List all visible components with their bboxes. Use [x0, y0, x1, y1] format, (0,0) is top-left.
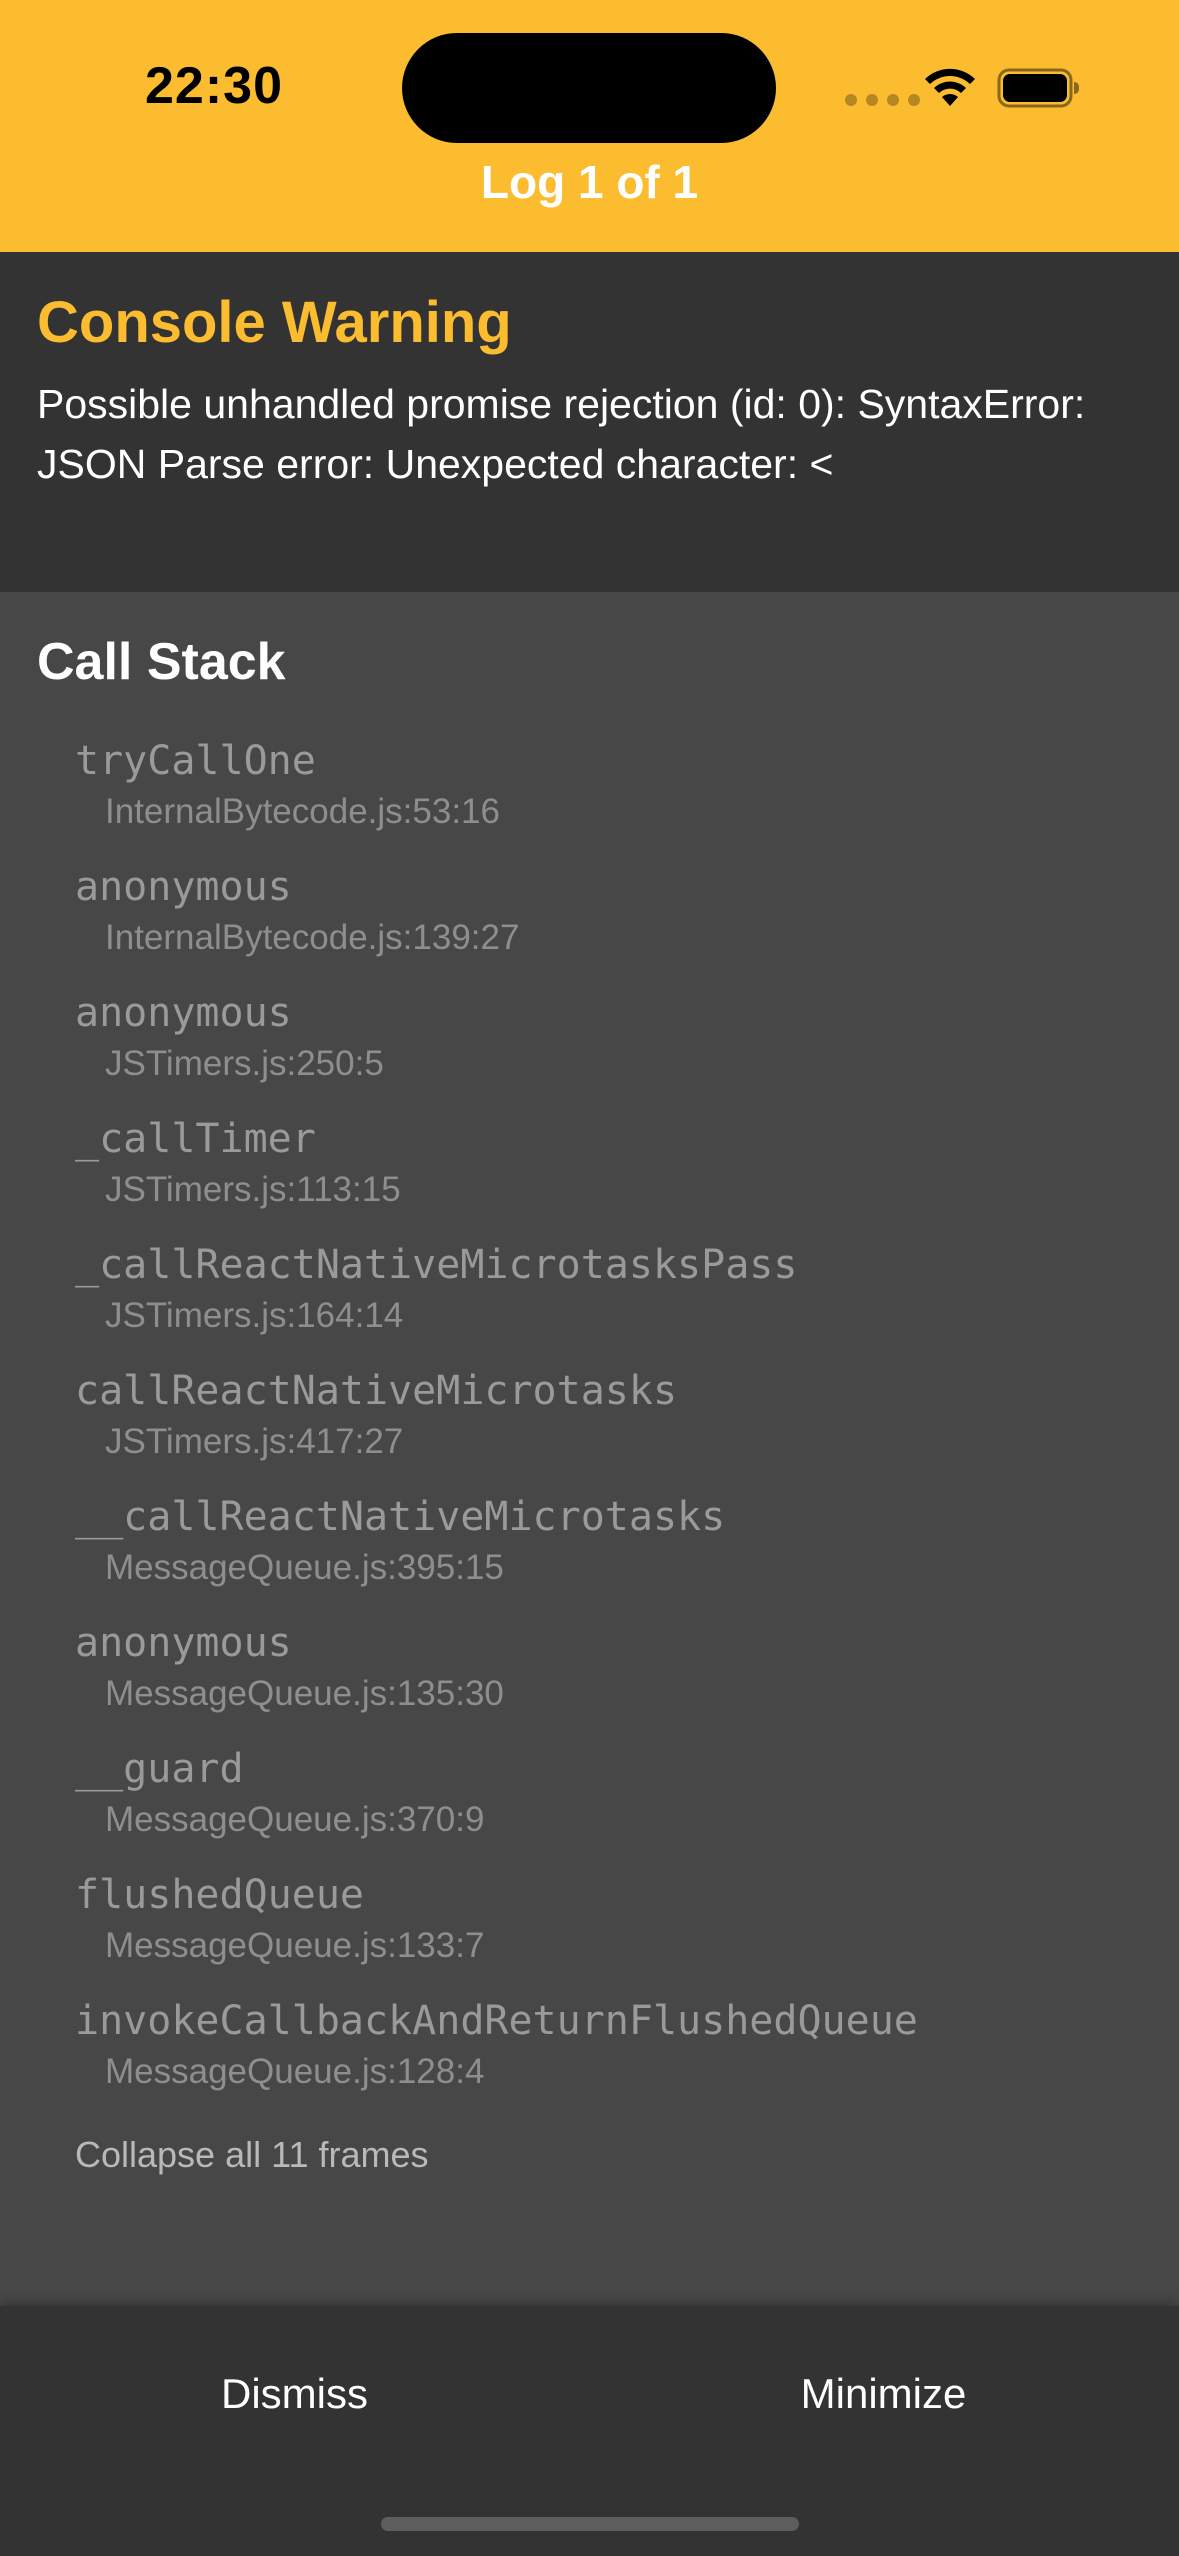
stack-frame[interactable]: __guard MessageQueue.js:370:9 [75, 1744, 1135, 1870]
home-indicator[interactable] [381, 2517, 799, 2531]
stack-frame[interactable]: __callReactNativeMicrotasks MessageQueue… [75, 1492, 1135, 1618]
footer-bar: Dismiss Minimize [0, 2306, 1179, 2556]
log-counter-title: Log 1 of 1 [480, 156, 699, 208]
dismiss-button[interactable]: Dismiss [0, 2354, 589, 2434]
frame-location: MessageQueue.js:395:15 [105, 1548, 504, 1587]
frame-location: MessageQueue.js:135:30 [105, 1674, 504, 1713]
frame-location: MessageQueue.js:370:9 [105, 1800, 485, 1839]
warning-message: Possible unhandled promise rejection (id… [37, 381, 1086, 487]
stack-frame[interactable]: anonymous JSTimers.js:250:5 [75, 988, 1135, 1114]
frame-location: JSTimers.js:113:15 [105, 1170, 401, 1209]
header: 22:30 Log 1 of 1 [0, 0, 1179, 252]
message-block: Console Warning Possible unhandled promi… [0, 252, 1179, 592]
wifi-icon [925, 68, 975, 106]
minimize-button[interactable]: Minimize [589, 2354, 1178, 2434]
stack-frame[interactable]: callReactNativeMicrotasks JSTimers.js:41… [75, 1366, 1135, 1492]
status-time: 22:30 [145, 57, 283, 115]
frame-location: JSTimers.js:417:27 [105, 1422, 404, 1461]
frame-location: MessageQueue.js:133:7 [105, 1926, 485, 1965]
stack-frame[interactable]: anonymous InternalBytecode.js:139:27 [75, 862, 1135, 988]
stack-frame[interactable]: invokeCallbackAndReturnFlushedQueue Mess… [75, 1996, 1135, 2122]
frame-location: JSTimers.js:250:5 [105, 1044, 384, 1083]
stack-frame[interactable]: tryCallOne InternalBytecode.js:53:16 [75, 736, 1135, 862]
dynamic-island [402, 33, 776, 143]
frame-location: JSTimers.js:164:14 [105, 1296, 404, 1335]
frame-function-name: anonymous [75, 990, 292, 1036]
warning-title: Console Warning [37, 290, 512, 355]
frame-function-name: _callReactNativeMicrotasksPass [75, 1242, 798, 1288]
battery-icon [997, 68, 1079, 108]
stack-frame[interactable]: _callTimer JSTimers.js:113:15 [75, 1114, 1135, 1240]
frame-function-name: flushedQueue [75, 1872, 364, 1918]
frame-function-name: invokeCallbackAndReturnFlushedQueue [75, 1998, 918, 2044]
stack-frame[interactable]: anonymous MessageQueue.js:135:30 [75, 1618, 1135, 1744]
collapse-frames-button[interactable]: Collapse all 11 frames [75, 2134, 429, 2176]
frame-function-name: __guard [75, 1746, 244, 1792]
frame-function-name: tryCallOne [75, 738, 316, 784]
frame-function-name: anonymous [75, 1620, 292, 1666]
frame-function-name: _callTimer [75, 1116, 316, 1162]
stack-frame-list: tryCallOne InternalBytecode.js:53:16 ano… [75, 736, 1135, 2122]
frame-function-name: callReactNativeMicrotasks [75, 1368, 678, 1414]
stack-frame[interactable]: _callReactNativeMicrotasksPass JSTimers.… [75, 1240, 1135, 1366]
signal-dots-icon [845, 94, 920, 106]
frame-location: InternalBytecode.js:139:27 [105, 918, 520, 957]
frame-function-name: anonymous [75, 864, 292, 910]
log-box-screen: 22:30 Log 1 of 1 Console Warning Possibl… [0, 0, 1179, 2556]
call-stack-section[interactable]: Call Stack tryCallOne InternalBytecode.j… [0, 592, 1179, 2306]
frame-location: InternalBytecode.js:53:16 [105, 792, 500, 831]
stack-frame[interactable]: flushedQueue MessageQueue.js:133:7 [75, 1870, 1135, 1996]
frame-location: MessageQueue.js:128:4 [105, 2052, 485, 2091]
frame-function-name: __callReactNativeMicrotasks [75, 1494, 726, 1540]
call-stack-heading: Call Stack [37, 633, 286, 691]
